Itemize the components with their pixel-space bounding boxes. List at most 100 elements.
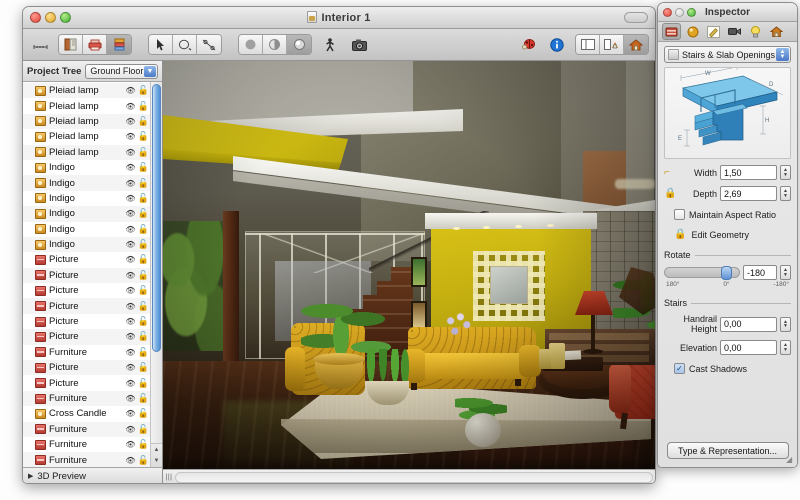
tree-row[interactable]: Picture 👁 🔓 <box>23 329 150 345</box>
lock-icon[interactable]: 🔓 <box>137 270 150 281</box>
rotate-stepper[interactable]: ▲ ▼ <box>780 265 791 280</box>
select-arrow-tool[interactable] <box>149 35 173 54</box>
lock-icon[interactable]: 🔓 <box>137 208 150 219</box>
close-button[interactable] <box>30 12 41 23</box>
walkthrough-tool[interactable] <box>319 34 341 55</box>
visibility-eye-icon[interactable]: 👁 <box>124 86 137 95</box>
width-stepper[interactable]: ▲ ▼ <box>780 165 791 180</box>
viewport-horizontal-scrollbar[interactable]: ||| <box>163 469 655 483</box>
shaded-render-button[interactable] <box>239 35 263 54</box>
depth-stepper[interactable]: ▲ ▼ <box>780 186 791 201</box>
horizontal-scroll-track[interactable] <box>175 471 653 483</box>
tree-row[interactable]: Indigo 👁 🔓 <box>23 222 150 237</box>
split-view-layout-button[interactable] <box>576 35 600 54</box>
tab-edit[interactable] <box>704 23 723 40</box>
main-window-titlebar[interactable]: Interior 1 <box>23 7 655 29</box>
tree-row[interactable]: Indigo 👁 🔓 <box>23 175 150 191</box>
visibility-eye-icon[interactable]: 👁 <box>124 102 137 111</box>
tree-row[interactable]: Picture 👁 🔓 <box>23 252 150 267</box>
tab-light[interactable] <box>746 23 765 40</box>
lock-icon[interactable]: 🔓 <box>137 393 150 404</box>
lock-icon[interactable]: 🔓 <box>137 331 150 342</box>
tree-row[interactable]: Furniture 👁 🔓 <box>23 437 150 452</box>
measure-tool[interactable] <box>29 34 51 55</box>
scroll-down-icon[interactable]: ▼ <box>154 458 160 464</box>
library-button[interactable] <box>107 35 131 54</box>
rotate-slider-knob[interactable] <box>721 266 733 280</box>
tab-site[interactable] <box>767 23 786 40</box>
floor-selector[interactable]: Ground Floor ▼ <box>85 63 158 79</box>
tree-row[interactable]: Furniture 👁 🔓 <box>23 452 150 467</box>
resize-grip-icon[interactable]: ◢ <box>786 456 795 465</box>
tab-material[interactable] <box>683 23 702 40</box>
visibility-eye-icon[interactable]: 👁 <box>124 271 137 280</box>
tree-row[interactable]: Cross Candle 👁 🔓 <box>23 406 150 421</box>
zoom-button[interactable] <box>60 12 71 23</box>
visibility-eye-icon[interactable]: 👁 <box>124 302 137 311</box>
render-bug-tool[interactable] <box>517 34 539 55</box>
width-input[interactable]: 1,50 <box>720 165 777 180</box>
toolbar-toggle-button[interactable] <box>624 12 648 23</box>
tree-row[interactable]: Pleiad lamp 👁 🔓 <box>23 144 150 160</box>
tree-row[interactable]: Pleiad lamp 👁 🔓 <box>23 98 150 113</box>
cast-shadows-checkbox[interactable]: ✓ <box>674 363 685 374</box>
lock-icon[interactable]: 🔓 <box>137 239 150 250</box>
orbit-tool[interactable] <box>173 35 197 54</box>
elevation-stepper[interactable]: ▲ ▼ <box>780 340 791 355</box>
lock-icon[interactable]: 🔓 <box>137 131 150 142</box>
project-tree-scrollbar[interactable]: ▲ ▼ <box>150 82 162 467</box>
lock-icon[interactable]: 🔓 <box>137 378 150 389</box>
visibility-eye-icon[interactable]: 👁 <box>124 225 137 234</box>
tree-row[interactable]: Indigo 👁 🔓 <box>23 236 150 253</box>
lock-icon[interactable]: 🔓 <box>137 147 150 158</box>
tree-row[interactable]: Pleiad lamp 👁 🔓 <box>23 129 150 144</box>
tree-row[interactable]: Indigo 👁 🔓 <box>23 206 150 222</box>
print-button[interactable] <box>83 35 107 54</box>
info-button[interactable] <box>546 34 568 55</box>
lock-icon[interactable]: 🔓 <box>137 439 150 450</box>
visibility-eye-icon[interactable]: 👁 <box>124 363 137 372</box>
inspector-titlebar[interactable]: Inspector <box>658 3 797 22</box>
rotate-slider[interactable] <box>664 266 740 280</box>
tree-row[interactable]: Furniture 👁 🔓 <box>23 345 150 360</box>
elevation-input[interactable]: 0,00 <box>720 340 777 355</box>
visibility-eye-icon[interactable]: 👁 <box>124 194 137 203</box>
home-3d-view-button[interactable] <box>624 35 648 54</box>
tab-furniture[interactable] <box>662 23 681 40</box>
scrollbar-arrows[interactable]: ▲ ▼ <box>151 443 162 467</box>
lock-icon[interactable]: 🔓 <box>137 101 150 112</box>
maintain-aspect-ratio-row[interactable]: Maintain Aspect Ratio <box>664 209 791 220</box>
visibility-eye-icon[interactable]: 👁 <box>124 425 137 434</box>
depth-input[interactable]: 2,69 <box>720 186 777 201</box>
tree-row[interactable]: Furniture 👁 🔓 <box>23 421 150 437</box>
visibility-eye-icon[interactable]: 👁 <box>124 286 137 295</box>
project-tree-list[interactable]: Pleiad lamp 👁 🔓 Pleiad lamp 👁 🔓 Pleiad lamp 👁 🔓 P… <box>23 82 150 467</box>
visibility-eye-icon[interactable]: 👁 <box>124 117 137 126</box>
visibility-eye-icon[interactable]: 👁 <box>124 409 137 418</box>
lock-icon[interactable]: 🔓 <box>137 254 150 265</box>
visibility-eye-icon[interactable]: 👁 <box>124 255 137 264</box>
lock-icon[interactable]: 🔓 <box>137 162 150 173</box>
visibility-eye-icon[interactable]: 👁 <box>124 332 137 341</box>
minimize-button[interactable] <box>45 12 56 23</box>
plan-and-3d-layout-button[interactable] <box>600 35 624 54</box>
maintain-aspect-ratio-checkbox[interactable] <box>674 209 685 220</box>
scrollbar-thumb[interactable] <box>152 84 161 352</box>
tree-row[interactable]: Pleiad lamp 👁 🔓 <box>23 113 150 130</box>
tree-row[interactable]: Indigo 👁 🔓 <box>23 160 150 175</box>
lock-icon[interactable]: 🔓 <box>137 224 150 235</box>
visibility-eye-icon[interactable]: 👁 <box>124 240 137 249</box>
handrail-height-input[interactable]: 0,00 <box>720 316 777 332</box>
open-project-button[interactable] <box>59 35 83 54</box>
lock-icon[interactable]: 🔓 <box>137 424 150 435</box>
visibility-eye-icon[interactable]: 👁 <box>124 209 137 218</box>
handrail-height-stepper[interactable]: ▲ ▼ <box>780 316 791 332</box>
window-controls[interactable] <box>30 12 71 23</box>
camera-tool[interactable] <box>348 34 370 55</box>
visibility-eye-icon[interactable]: 👁 <box>124 163 137 172</box>
preview-drawer-toggle[interactable]: ▶ 3D Preview <box>23 467 162 483</box>
visibility-eye-icon[interactable]: 👁 <box>124 148 137 157</box>
cast-shadows-row[interactable]: ✓ Cast Shadows <box>664 363 791 374</box>
tree-row[interactable]: Pleiad lamp 👁 🔓 <box>23 83 150 99</box>
tree-row[interactable]: Picture 👁 🔓 <box>23 375 150 390</box>
